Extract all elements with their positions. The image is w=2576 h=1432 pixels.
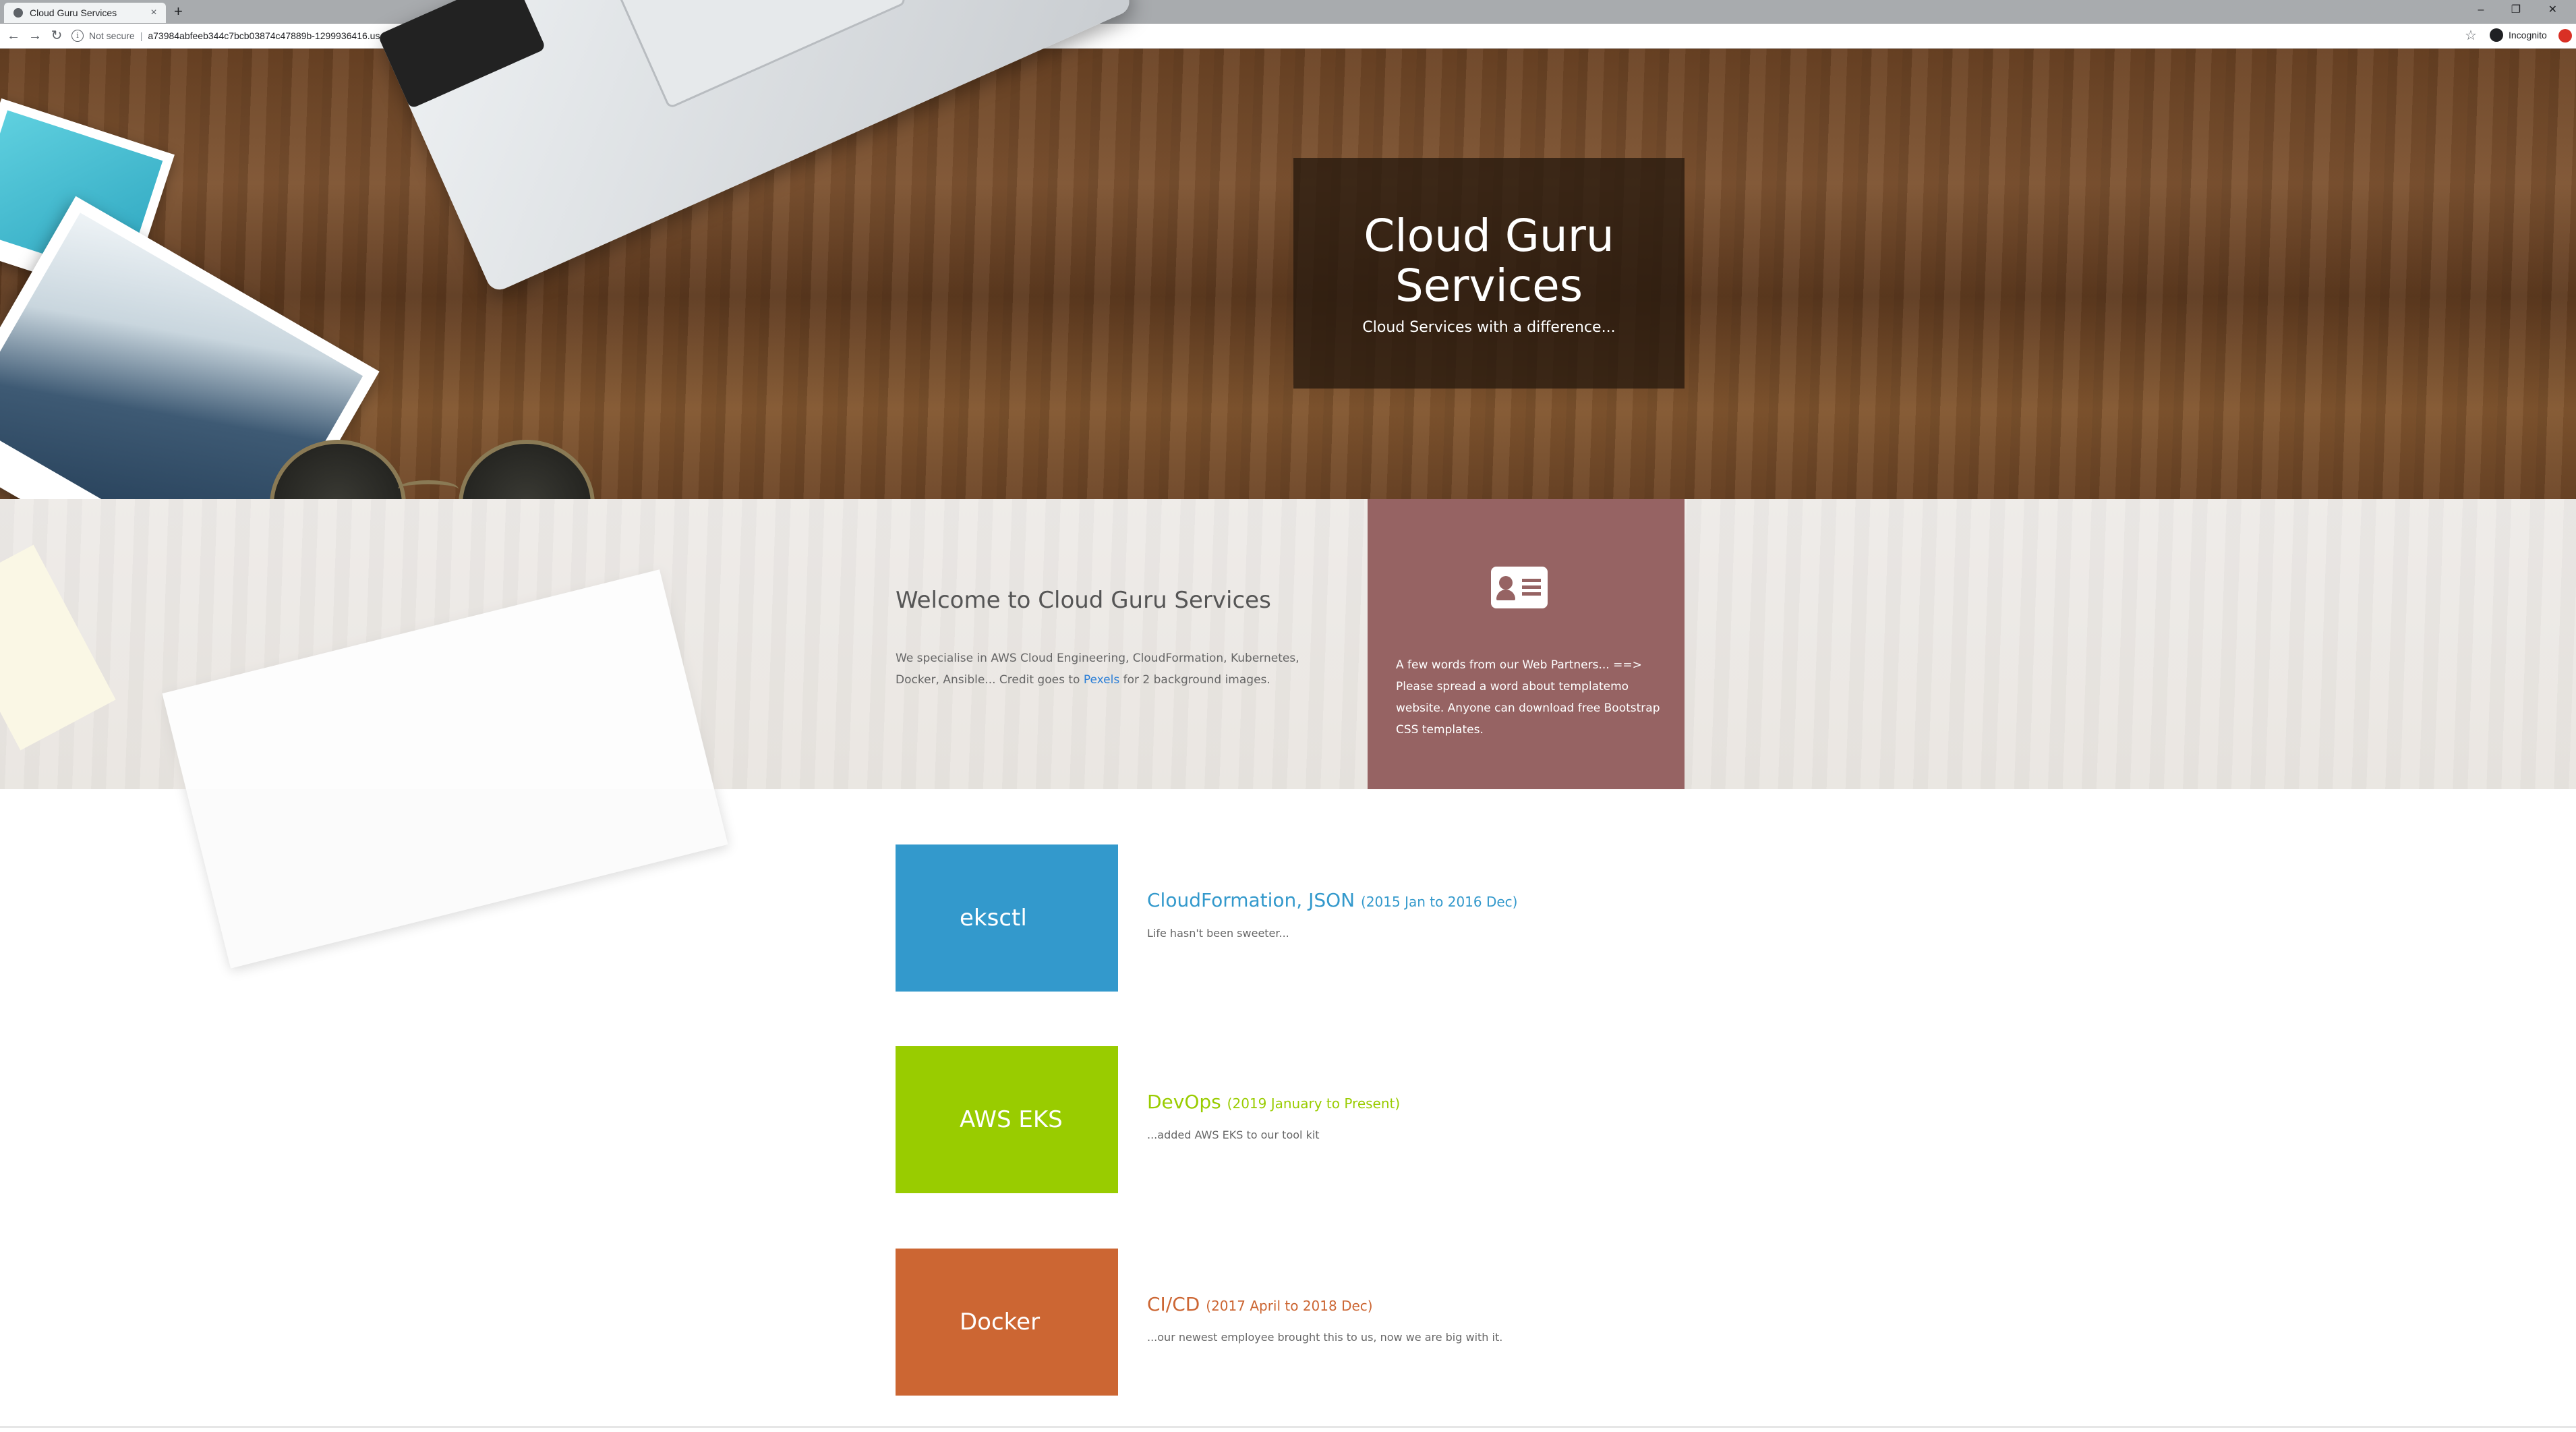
forward-button[interactable]: → — [26, 26, 45, 45]
tab-title: Cloud Guru Services — [30, 7, 117, 18]
timeline-item: Docker CI/CD (2017 April to 2018 Dec) ..… — [896, 1249, 1840, 1396]
timeline-description: ...added AWS EKS to our tool kit — [1147, 1128, 1320, 1141]
new-tab-button[interactable]: + — [174, 3, 183, 20]
timeline-period: (2017 April to 2018 Dec) — [1206, 1298, 1373, 1314]
hero-title-box: Cloud Guru Services Cloud Services with … — [1293, 158, 1685, 389]
trackpad-image — [604, 0, 907, 109]
tab-close-icon[interactable]: × — [147, 7, 160, 19]
timeline-item: AWS EKS DevOps (2019 January to Present)… — [896, 1046, 1840, 1193]
info-icon[interactable]: i — [71, 30, 84, 42]
timeline-period: (2019 January to Present) — [1227, 1095, 1401, 1112]
timeline-description: Life hasn't been sweeter... — [1147, 927, 1289, 940]
incognito-label: Incognito — [2509, 30, 2547, 40]
timeline-item: eksctl CloudFormation, JSON (2015 Jan to… — [896, 844, 1840, 992]
timeline-heading: DevOps (2019 January to Present) — [1147, 1091, 1400, 1113]
partner-text: A few words from our Web Partners... ==>… — [1396, 658, 1660, 737]
footer-divider — [0, 1426, 2576, 1428]
laptop-image — [378, 0, 1134, 294]
page-subtitle: Cloud Services with a difference... — [1362, 318, 1616, 336]
security-label: Not secure — [89, 30, 135, 41]
partner-box: A few words from our Web Partners... ==>… — [1368, 499, 1685, 789]
address-card-icon — [1491, 567, 1548, 608]
timeline-title: CloudFormation, JSON — [1147, 889, 1355, 911]
address-separator: | — [140, 30, 143, 41]
welcome-paragraph: We specialise in AWS Cloud Engineering, … — [896, 652, 1299, 687]
browser-tab[interactable]: Cloud Guru Services × — [4, 3, 166, 23]
pexels-link[interactable]: Pexels — [1084, 673, 1119, 687]
incognito-icon — [2490, 28, 2503, 42]
timeline-period: (2015 Jan to 2016 Dec) — [1361, 894, 1518, 910]
timeline-title: DevOps — [1147, 1091, 1221, 1113]
timeline-heading: CloudFormation, JSON (2015 Jan to 2016 D… — [1147, 889, 1517, 911]
favicon-icon — [13, 8, 23, 18]
back-button[interactable]: ← — [4, 26, 23, 45]
timeline-square: eksctl — [896, 844, 1118, 992]
welcome-content: Welcome to Cloud Guru Services We specia… — [896, 587, 1314, 691]
hero-banner — [0, 0, 2576, 623]
timeline-square: Docker — [896, 1249, 1118, 1396]
window-controls[interactable]: – ❐ ✕ — [2478, 3, 2569, 16]
bookmark-star-icon[interactable]: ☆ — [2465, 27, 2477, 44]
timeline-title: CI/CD — [1147, 1293, 1200, 1315]
browser-menu-icon[interactable] — [2558, 29, 2572, 42]
timeline-heading: CI/CD (2017 April to 2018 Dec) — [1147, 1293, 1373, 1315]
page-title: Cloud Guru Services — [1364, 209, 1614, 312]
welcome-section: Welcome to Cloud Guru Services We specia… — [0, 499, 2576, 969]
reload-button[interactable]: ↻ — [47, 26, 66, 45]
incognito-indicator[interactable]: Incognito — [2490, 28, 2547, 42]
welcome-heading: Welcome to Cloud Guru Services — [896, 587, 1271, 614]
timeline-description: ...our newest employee brought this to u… — [1147, 1331, 1503, 1344]
timeline-square: AWS EKS — [896, 1046, 1118, 1193]
browser-tab-bar: Cloud Guru Services × + – ❐ ✕ — [0, 0, 2576, 24]
